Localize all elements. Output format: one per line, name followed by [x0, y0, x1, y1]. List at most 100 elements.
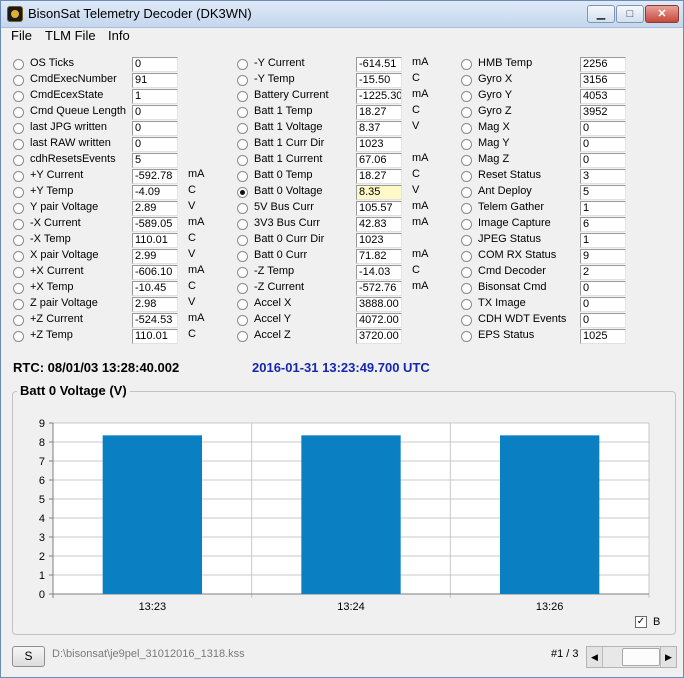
field-row[interactable]: +Y Temp — [13, 184, 123, 200]
field-row[interactable]: Batt 0 Temp — [237, 168, 347, 184]
field-radio[interactable] — [461, 251, 472, 262]
field-row[interactable]: OS Ticks — [13, 56, 123, 72]
field-radio[interactable] — [237, 251, 248, 262]
field-radio[interactable] — [13, 251, 24, 262]
field-row[interactable]: Batt 1 Voltage — [237, 120, 347, 136]
s-button[interactable]: S — [12, 646, 45, 667]
field-radio[interactable] — [461, 331, 472, 342]
field-row[interactable]: -Z Current — [237, 280, 347, 296]
field-radio[interactable] — [13, 107, 24, 118]
field-radio[interactable] — [13, 171, 24, 182]
field-radio[interactable] — [461, 59, 472, 70]
field-row[interactable]: Batt 0 Curr Dir — [237, 232, 347, 248]
field-radio[interactable] — [237, 283, 248, 294]
field-radio[interactable] — [237, 187, 248, 198]
field-radio[interactable] — [461, 155, 472, 166]
field-radio[interactable] — [13, 299, 24, 310]
field-row[interactable]: Batt 1 Temp — [237, 104, 347, 120]
scroll-thumb[interactable] — [622, 648, 660, 666]
field-row[interactable]: Accel Y — [237, 312, 347, 328]
field-radio[interactable] — [237, 139, 248, 150]
field-radio[interactable] — [237, 59, 248, 70]
menu-file[interactable]: File — [11, 28, 32, 44]
field-row[interactable]: Mag Z — [461, 152, 571, 168]
field-radio[interactable] — [13, 219, 24, 230]
field-radio[interactable] — [237, 315, 248, 326]
field-row[interactable]: -Y Temp — [237, 72, 347, 88]
field-radio[interactable] — [237, 75, 248, 86]
field-radio[interactable] — [237, 107, 248, 118]
field-row[interactable]: CmdExecNumber — [13, 72, 123, 88]
field-row[interactable]: last RAW written — [13, 136, 123, 152]
legend-checkbox[interactable]: ✓ — [635, 616, 647, 628]
field-row[interactable]: cdhResetsEvents — [13, 152, 123, 168]
field-row[interactable]: Gyro X — [461, 72, 571, 88]
field-radio[interactable] — [13, 203, 24, 214]
field-row[interactable]: Z pair Voltage — [13, 296, 123, 312]
field-radio[interactable] — [461, 75, 472, 86]
field-row[interactable]: Battery Current — [237, 88, 347, 104]
field-radio[interactable] — [237, 203, 248, 214]
field-radio[interactable] — [13, 331, 24, 342]
field-row[interactable]: Bisonsat Cmd — [461, 280, 571, 296]
field-radio[interactable] — [237, 299, 248, 310]
field-row[interactable]: -X Current — [13, 216, 123, 232]
field-row[interactable]: Accel X — [237, 296, 347, 312]
field-radio[interactable] — [461, 91, 472, 102]
field-row[interactable]: +Y Current — [13, 168, 123, 184]
field-row[interactable]: Cmd Queue Length — [13, 104, 126, 120]
field-row[interactable]: Reset Status — [461, 168, 571, 184]
field-radio[interactable] — [13, 155, 24, 166]
field-radio[interactable] — [237, 155, 248, 166]
field-row[interactable]: Batt 1 Curr Dir — [237, 136, 347, 152]
field-radio[interactable] — [13, 59, 24, 70]
field-row[interactable]: 5V Bus Curr — [237, 200, 347, 216]
field-radio[interactable] — [461, 235, 472, 246]
field-row[interactable]: TX Image — [461, 296, 571, 312]
minimize-button[interactable]: ▁ — [587, 5, 615, 23]
field-row[interactable]: HMB Temp — [461, 56, 571, 72]
field-radio[interactable] — [237, 123, 248, 134]
field-radio[interactable] — [461, 219, 472, 230]
field-row[interactable]: -Z Temp — [237, 264, 347, 280]
field-radio[interactable] — [13, 235, 24, 246]
field-row[interactable]: Mag X — [461, 120, 571, 136]
field-radio[interactable] — [237, 331, 248, 342]
field-radio[interactable] — [461, 107, 472, 118]
field-radio[interactable] — [13, 267, 24, 278]
field-row[interactable]: 3V3 Bus Curr — [237, 216, 347, 232]
field-row[interactable]: Gyro Y — [461, 88, 571, 104]
field-row[interactable]: Batt 1 Current — [237, 152, 347, 168]
field-row[interactable]: last JPG written — [13, 120, 123, 136]
field-row[interactable]: Image Capture — [461, 216, 571, 232]
field-radio[interactable] — [237, 219, 248, 230]
field-radio[interactable] — [461, 139, 472, 150]
field-row[interactable]: -X Temp — [13, 232, 123, 248]
close-button[interactable]: ✕ — [645, 5, 679, 23]
field-row[interactable]: JPEG Status — [461, 232, 571, 248]
field-radio[interactable] — [13, 283, 24, 294]
field-row[interactable]: CDH WDT Events — [461, 312, 571, 328]
field-row[interactable]: Telem Gather — [461, 200, 571, 216]
field-row[interactable]: COM RX Status — [461, 248, 571, 264]
field-row[interactable]: EPS Status — [461, 328, 571, 344]
field-radio[interactable] — [461, 171, 472, 182]
field-row[interactable]: Batt 0 Curr — [237, 248, 347, 264]
field-radio[interactable] — [461, 187, 472, 198]
field-row[interactable]: +Z Current — [13, 312, 123, 328]
field-radio[interactable] — [461, 267, 472, 278]
field-row[interactable]: Mag Y — [461, 136, 571, 152]
field-radio[interactable] — [461, 299, 472, 310]
menu-info[interactable]: Info — [108, 28, 130, 44]
field-row[interactable]: Y pair Voltage — [13, 200, 123, 216]
scroll-left-arrow-icon[interactable]: ◀ — [587, 647, 603, 667]
field-radio[interactable] — [13, 75, 24, 86]
field-radio[interactable] — [237, 171, 248, 182]
field-radio[interactable] — [13, 91, 24, 102]
field-radio[interactable] — [13, 123, 24, 134]
field-row[interactable]: Accel Z — [237, 328, 347, 344]
field-radio[interactable] — [237, 235, 248, 246]
field-radio[interactable] — [461, 283, 472, 294]
field-radio[interactable] — [13, 187, 24, 198]
field-radio[interactable] — [461, 123, 472, 134]
